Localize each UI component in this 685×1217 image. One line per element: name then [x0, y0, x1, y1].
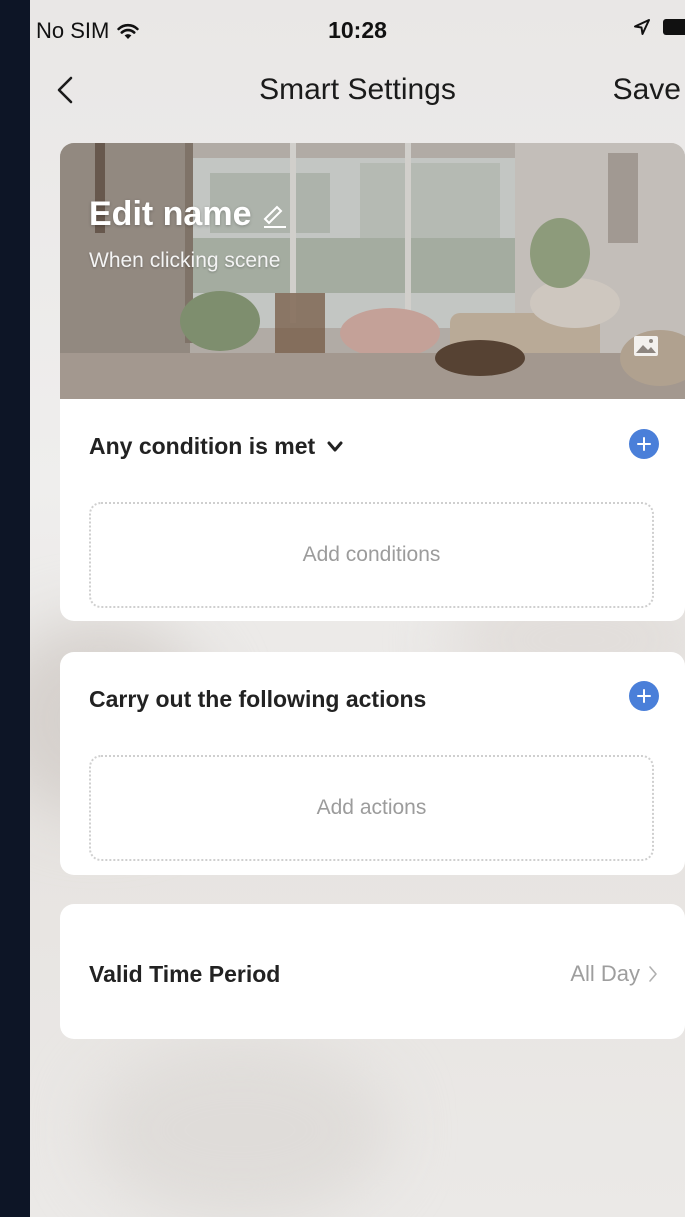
- conditions-card: Any condition is met Add conditions: [60, 399, 685, 621]
- status-time: 10:28: [328, 17, 387, 43]
- valid-time-row[interactable]: Valid Time Period All Day: [60, 904, 685, 1039]
- save-button[interactable]: Save: [613, 73, 681, 107]
- add-conditions-area[interactable]: Add conditions: [89, 502, 654, 608]
- scene-cover[interactable]: Edit name When clicking scene: [60, 143, 685, 399]
- scene-name-edit[interactable]: Edit name: [89, 195, 289, 234]
- pencil-icon: [264, 205, 287, 228]
- location-arrow-icon: [634, 19, 650, 35]
- scene-trigger-label: When clicking scene: [89, 249, 281, 272]
- status-bar: No SIM 10:28: [30, 0, 685, 62]
- add-actions-area[interactable]: Add actions: [89, 755, 654, 861]
- image-icon: [634, 336, 658, 356]
- add-action-button[interactable]: [629, 681, 659, 711]
- condition-mode-selector[interactable]: Any condition is met: [89, 433, 343, 460]
- chevron-right-icon: [649, 966, 657, 982]
- add-condition-button[interactable]: [629, 429, 659, 459]
- app-screen: No SIM 10:28 Smart Settings Save Edit na…: [30, 0, 685, 1217]
- chevron-down-icon: [327, 441, 343, 451]
- actions-title: Carry out the following actions: [89, 686, 427, 712]
- valid-time-label: Valid Time Period: [89, 961, 281, 987]
- condition-mode-label: Any condition is met: [89, 433, 316, 459]
- nav-bar: Smart Settings Save: [30, 62, 685, 118]
- page-title: Smart Settings: [259, 73, 456, 106]
- scene-name: Edit name: [89, 195, 252, 233]
- valid-time-value[interactable]: All Day: [570, 961, 658, 987]
- valid-time-value-text: All Day: [570, 961, 640, 986]
- actions-card: Carry out the following actions Add acti…: [60, 652, 685, 875]
- battery-icon: [663, 19, 685, 35]
- change-cover-button[interactable]: [633, 335, 659, 362]
